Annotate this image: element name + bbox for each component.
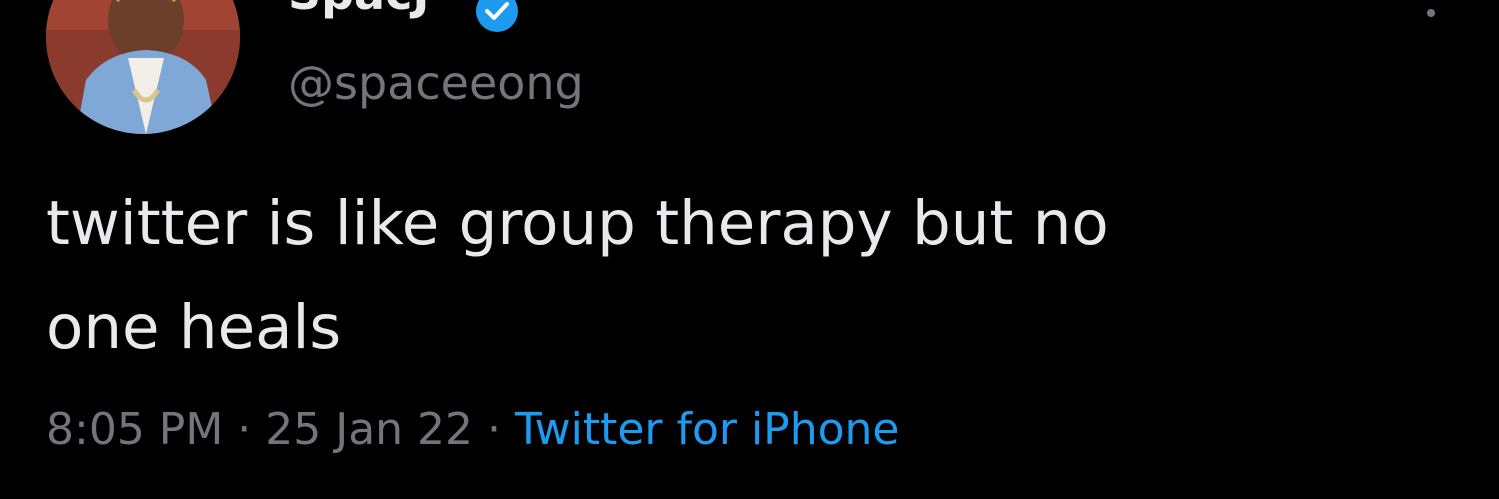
- tweet-source-link[interactable]: Twitter for iPhone: [515, 404, 899, 455]
- avatar[interactable]: [46, 0, 240, 134]
- display-name[interactable]: SpacJ: [288, 0, 429, 16]
- meta-separator: ·: [223, 404, 266, 455]
- more-options-icon[interactable]: [1424, 6, 1438, 20]
- verified-badge-icon: [476, 0, 518, 32]
- tweet-meta: 8:05 PM · 25 Jan 22 · Twitter for iPhone: [46, 400, 899, 460]
- tweet-date[interactable]: 25 Jan 22: [265, 404, 473, 455]
- tweet-time[interactable]: 8:05 PM: [46, 404, 223, 455]
- tweet-card: SpacJ @spaceeong twitter is like group t…: [0, 0, 1499, 499]
- user-handle[interactable]: @spaceeong: [288, 60, 584, 106]
- meta-separator: ·: [473, 404, 516, 455]
- tweet-text: twitter is like group therapy but no one…: [46, 188, 1109, 363]
- avatar-photo-icon: [46, 0, 240, 134]
